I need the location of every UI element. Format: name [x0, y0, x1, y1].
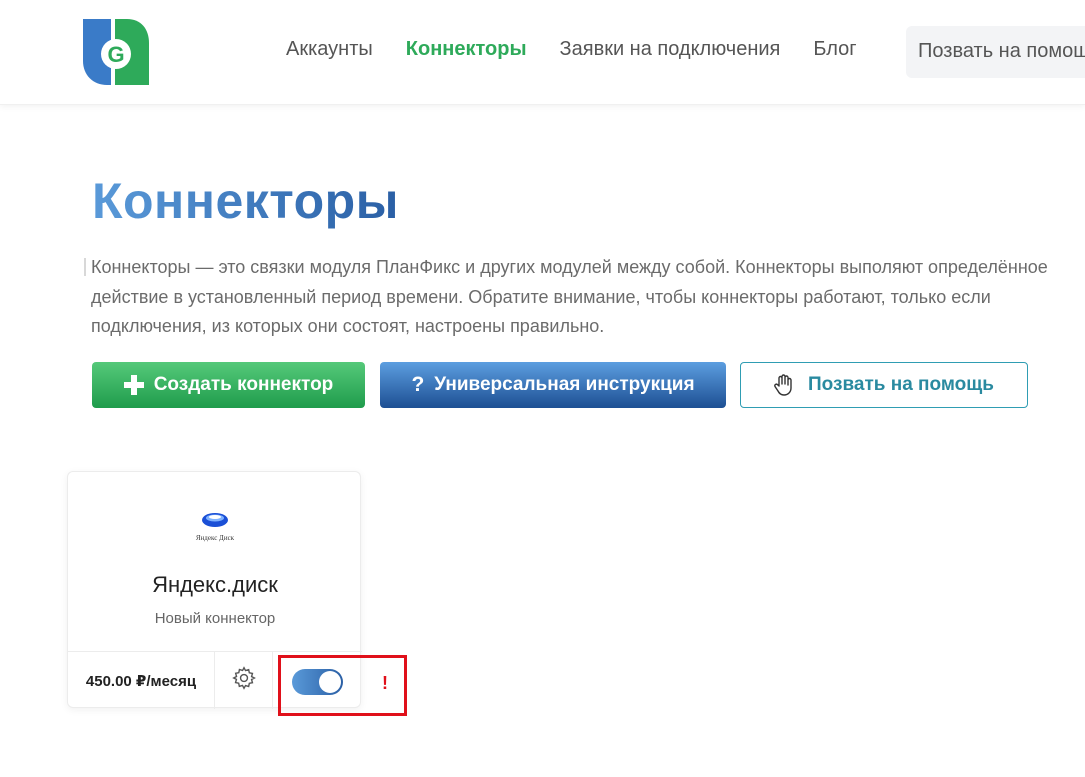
nav-item-blog[interactable]: Блог — [813, 38, 856, 61]
connector-subtitle: Новый коннектор — [154, 610, 276, 627]
create-connector-button[interactable]: Создать коннектор — [92, 362, 365, 408]
main-nav: Аккаунты Коннекторы Заявки на подключени… — [286, 38, 890, 61]
nav-item-requests[interactable]: Заявки на подключения — [560, 38, 781, 61]
plus-icon — [123, 375, 144, 395]
hand-icon — [774, 374, 792, 396]
settings-button[interactable] — [215, 652, 273, 709]
guide-label: Универсальная инструкция — [434, 374, 695, 395]
guide-button[interactable]: ? Универсальная инструкция — [380, 362, 726, 408]
nav-item-connectors[interactable]: Коннекторы — [406, 38, 527, 61]
gear-icon — [231, 665, 257, 696]
logo-caption: Яндекс Диск — [195, 534, 235, 542]
warning-indicator[interactable]: ! — [382, 673, 388, 694]
question-icon: ? — [411, 373, 425, 396]
site-logo[interactable]: G — [81, 17, 151, 87]
nav-item-accounts[interactable]: Аккаунты — [286, 38, 373, 61]
site-header: G Аккаунты Коннекторы Заявки на подключе… — [0, 0, 1085, 105]
svg-text:G: G — [107, 42, 124, 67]
connector-price: 450.00 ₽/месяц — [68, 652, 215, 709]
connector-title: Яндекс.диск — [152, 572, 278, 597]
page-intro: Коннекторы — это связки модуля ПланФикс … — [91, 257, 1048, 336]
nav-help-button[interactable]: Позвать на помощь — [906, 26, 1085, 78]
create-connector-label: Создать коннектор — [153, 374, 334, 395]
help-label: Позвать на помощь — [808, 374, 994, 395]
page-title: Коннекторы — [92, 173, 399, 229]
help-button[interactable]: Позвать на помощь — [740, 362, 1028, 408]
yandex-disk-logo: Яндекс Диск — [195, 508, 235, 546]
intro-marker — [84, 258, 86, 276]
